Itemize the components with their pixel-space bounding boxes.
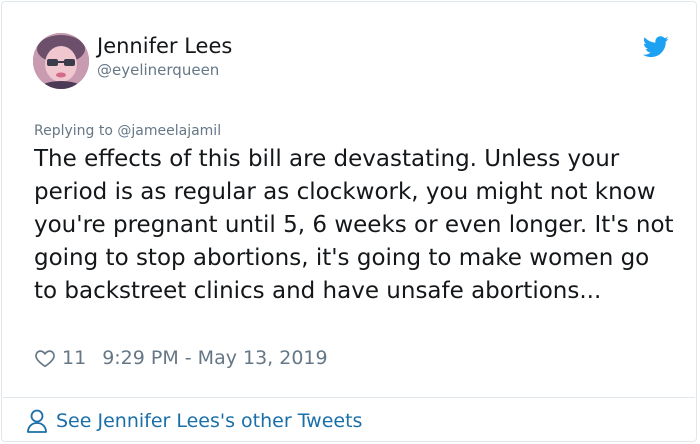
tweet-card: Jennifer Lees @eyelinerqueen Replying to… xyxy=(1,1,697,442)
tweet-text: The effects of this bill are devastating… xyxy=(34,146,674,304)
author-handle[interactable]: @eyelinerqueen xyxy=(97,60,219,80)
twitter-bird-icon[interactable] xyxy=(642,36,669,58)
avatar-image xyxy=(33,33,89,89)
tweet-timestamp[interactable]: 9:29 PM - May 13, 2019 xyxy=(102,347,327,369)
footer-divider xyxy=(3,397,695,398)
see-other-tweets-label[interactable]: See Jennifer Lees's other Tweets xyxy=(56,410,362,432)
see-other-tweets-link[interactable]: See Jennifer Lees's other Tweets xyxy=(26,407,362,435)
tweet-meta: 11 9:29 PM - May 13, 2019 xyxy=(34,345,328,371)
reply-mention-link[interactable]: @jameelajamil xyxy=(117,123,221,139)
reply-prefix: Replying to xyxy=(34,123,113,139)
author-name[interactable]: Jennifer Lees xyxy=(97,33,232,59)
person-icon xyxy=(26,408,48,434)
like-count[interactable]: 11 xyxy=(62,347,86,369)
heart-icon[interactable] xyxy=(34,347,56,369)
reply-context: Replying to @jameelajamil xyxy=(34,122,221,140)
user-avatar[interactable] xyxy=(33,33,89,89)
